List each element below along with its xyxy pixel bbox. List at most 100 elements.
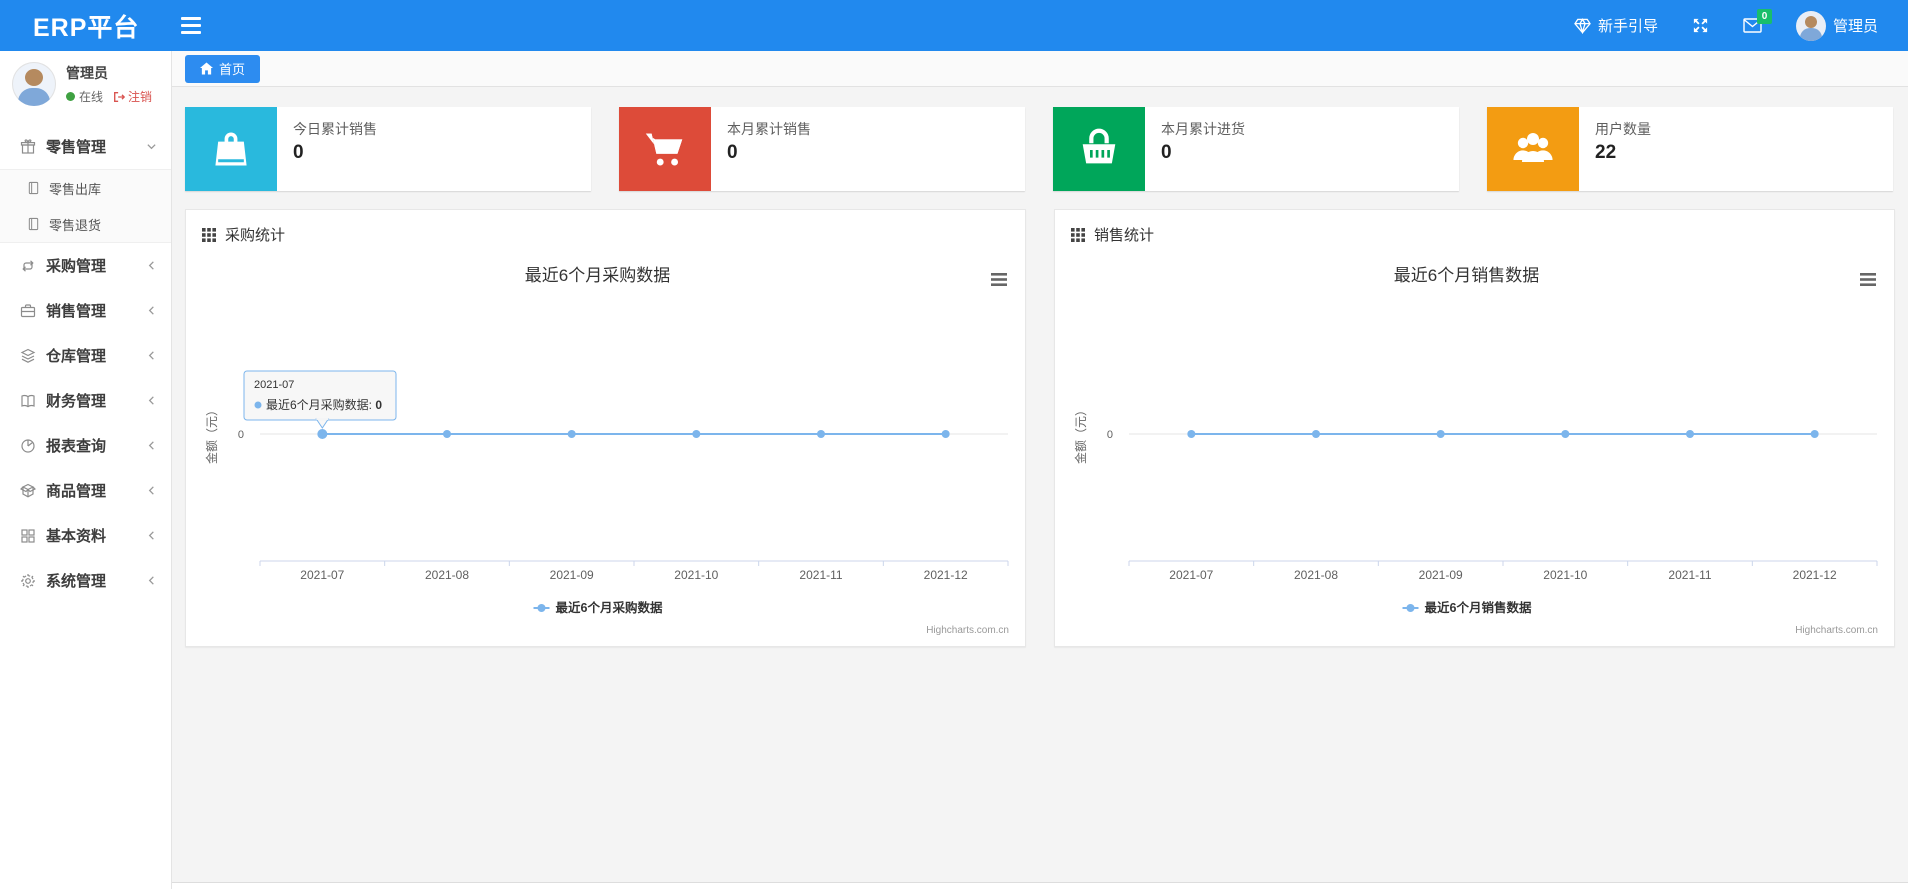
layers-icon — [19, 348, 36, 364]
chart-panels-row: 采购统计 最近6个月采购数据 金额（元） 0 2021-07 2021-08 2021-0… — [185, 209, 1895, 647]
svg-text:2021-10: 2021-10 — [674, 568, 718, 582]
book-icon — [19, 393, 36, 409]
chevron-left-icon — [146, 440, 157, 451]
tab-bar: 首页 — [172, 51, 1908, 87]
highcharts-credit[interactable]: Highcharts.com.cn — [1795, 625, 1878, 636]
svg-text:2021-12: 2021-12 — [924, 568, 968, 582]
purchase-stats-panel: 采购统计 最近6个月采购数据 金额（元） 0 2021-07 2021-08 2021-0… — [185, 209, 1026, 647]
sidebar-toggle-icon[interactable] — [181, 17, 202, 34]
svg-text:0: 0 — [1107, 429, 1113, 441]
svg-text:2021-07: 2021-07 — [1169, 568, 1213, 582]
sidebar-item-system[interactable]: 系统管理 — [0, 558, 171, 603]
svg-text:金额（元）: 金额（元） — [204, 404, 219, 464]
sales-chart: 最近6个月销售数据 金额（元） 0 2021-07 2021-08 2021-09 2021… — [1055, 251, 1894, 646]
chart-legend-item[interactable]: 最近6个月采购数据 — [533, 600, 663, 615]
panel-title: 采购统计 — [225, 227, 286, 244]
chevron-left-icon — [146, 305, 157, 316]
panel-header: 采购统计 — [186, 210, 1025, 251]
stat-card-month-purchase[interactable]: 本月累计进货 0 — [1053, 107, 1459, 191]
sidebar-item-finance[interactable]: 财务管理 — [0, 378, 171, 423]
stat-card-month-sales[interactable]: 本月累计销售 0 — [619, 107, 1025, 191]
panel-title: 销售统计 — [1094, 227, 1155, 244]
stat-label: 用户数量 — [1595, 121, 1651, 137]
sidebar-item-retail[interactable]: 零售管理 — [0, 124, 171, 169]
sidebar-item-sales[interactable]: 销售管理 — [0, 288, 171, 333]
sidebar-item-goods[interactable]: 商品管理 — [0, 468, 171, 513]
stat-value: 0 — [727, 142, 738, 163]
grid-icon — [19, 528, 36, 544]
stat-card-today-sales[interactable]: 今日累计销售 0 — [185, 107, 591, 191]
chevron-left-icon — [146, 260, 157, 271]
repeat-icon — [19, 258, 36, 274]
guide-label: 新手引导 — [1597, 18, 1658, 35]
sidebar-item-warehouse[interactable]: 仓库管理 — [0, 333, 171, 378]
sidebar-item-purchase[interactable]: 采购管理 — [0, 243, 171, 288]
chart-export-menu-icon[interactable] — [1860, 273, 1876, 286]
top-navbar: ERP平台 新手引导 0 管理员 — [0, 0, 1908, 51]
briefcase-icon — [19, 303, 36, 319]
svg-text:最近6个月销售数据: 最近6个月销售数据 — [1394, 266, 1539, 285]
th-grid-icon — [1071, 227, 1085, 242]
guide-button[interactable]: 新手引导 — [1574, 15, 1658, 36]
sidebar-item-reports[interactable]: 报表查询 — [0, 423, 171, 468]
chevron-left-icon — [146, 395, 157, 406]
stat-value: 0 — [1161, 142, 1172, 163]
avatar — [12, 62, 56, 106]
svg-text:2021-09: 2021-09 — [1419, 568, 1463, 582]
messages-button[interactable]: 0 — [1743, 9, 1772, 33]
purchase-chart: 最近6个月采购数据 金额（元） 0 2021-07 2021-08 2021-09 2021… — [186, 251, 1025, 646]
svg-text:2021-11: 2021-11 — [799, 568, 842, 582]
file-icon — [27, 181, 41, 195]
stat-label: 本月累计销售 — [727, 121, 811, 137]
gear-icon — [19, 573, 36, 589]
sidebar-item-retail-outbound[interactable]: 零售出库 — [0, 170, 171, 206]
svg-text:最近6个月采购数据: 最近6个月采购数据 — [556, 600, 663, 615]
retail-submenu: 零售出库 零售退货 — [0, 169, 171, 243]
th-grid-icon — [202, 227, 216, 242]
chart-tooltip: 2021-07 最近6个月采购数据: 0 — [243, 370, 397, 429]
chevron-left-icon — [146, 350, 157, 361]
users-icon — [1487, 107, 1579, 191]
svg-text:最近6个月采购数据: 最近6个月采购数据 — [525, 266, 670, 285]
chevron-left-icon — [146, 485, 157, 496]
svg-text:2021-07: 2021-07 — [254, 379, 294, 391]
svg-text:2021-10: 2021-10 — [1543, 568, 1587, 582]
panel-header: 销售统计 — [1055, 210, 1894, 251]
svg-text:2021-08: 2021-08 — [425, 568, 469, 582]
chevron-down-icon — [146, 141, 157, 152]
tab-home[interactable]: 首页 — [185, 54, 261, 83]
sidebar-item-basic-data[interactable]: 基本资料 — [0, 513, 171, 558]
fullscreen-button[interactable] — [1692, 17, 1709, 34]
logout-link[interactable]: 注销 — [113, 88, 152, 105]
user-panel: 管理员 在线 注销 — [0, 51, 171, 116]
svg-text:最近6个月销售数据: 最近6个月销售数据 — [1425, 600, 1532, 615]
chart-svg: 最近6个月销售数据金额（元） 02021-07 2021-08 2021-09 2021… — [1073, 266, 1878, 636]
sidebar-item-retail-return[interactable]: 零售退货 — [0, 206, 171, 242]
online-status-dot — [66, 92, 75, 101]
shopping-cart-icon — [619, 107, 711, 191]
mail-count-badge: 0 — [1756, 9, 1772, 24]
user-menu[interactable]: 管理员 — [1795, 10, 1878, 41]
svg-text:2021-11: 2021-11 — [1668, 568, 1711, 582]
stat-value: 22 — [1595, 142, 1617, 163]
chart-legend-item[interactable]: 最近6个月销售数据 — [1402, 600, 1532, 615]
app-title: ERP平台 — [33, 13, 140, 42]
chevron-left-icon — [146, 530, 157, 541]
sidebar: 管理员 在线 注销 零售管理 零售出库 零售退货 采购管理 销售管理 仓库管理 … — [0, 51, 172, 889]
stat-value: 0 — [293, 142, 304, 163]
chart-svg: 最近6个月采购数据金额（元） 02021-07 2021-08 2021-09 2021… — [204, 266, 1009, 636]
svg-text:2021-12: 2021-12 — [1793, 568, 1837, 582]
online-status-label: 在线 — [79, 90, 104, 104]
stat-label: 今日累计销售 — [293, 121, 377, 137]
stat-label: 本月累计进货 — [1161, 121, 1245, 137]
footer-strip — [172, 882, 1908, 889]
home-icon — [200, 62, 213, 75]
shopping-bag-icon — [185, 107, 277, 191]
svg-text:2021-09: 2021-09 — [550, 568, 594, 582]
stat-card-user-count[interactable]: 用户数量 22 — [1487, 107, 1893, 191]
stat-cards-row: 今日累计销售 0 本月累计销售 0 本月累计进货 0 用户数量 22 — [185, 107, 1895, 191]
chevron-left-icon — [146, 575, 157, 586]
chart-export-menu-icon[interactable] — [991, 273, 1007, 286]
svg-text:2021-07: 2021-07 — [300, 568, 344, 582]
highcharts-credit[interactable]: Highcharts.com.cn — [926, 625, 1009, 636]
